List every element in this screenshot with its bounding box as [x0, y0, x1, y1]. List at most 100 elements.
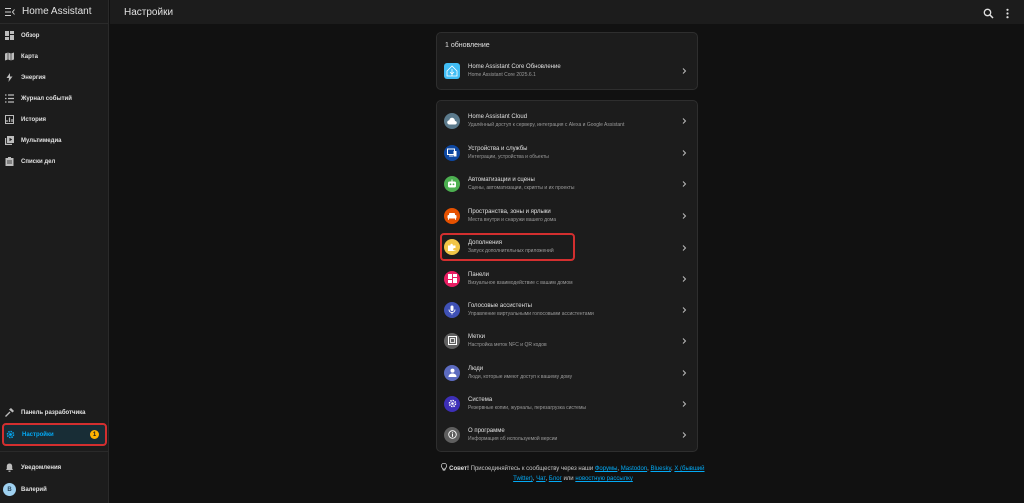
settings-item-automations[interactable]: Автоматизации и сцены Сцены, автоматизац…	[437, 168, 697, 199]
chevron-right-icon	[680, 244, 688, 252]
settings-item-title: Home Assistant Cloud	[468, 113, 528, 120]
settings-item-title: Устройства и службы	[468, 145, 528, 152]
link-forums[interactable]: Форумы	[595, 466, 618, 472]
map-icon	[5, 52, 14, 61]
community-tip: Совет! Присоединяйтесь к сообществу чере…	[440, 462, 706, 484]
settings-item-people[interactable]: Люди Люди, которые имеют доступ к вашему…	[437, 357, 697, 388]
update-item-subtitle: Home Assistant Core 2025.6.1	[468, 71, 536, 78]
sidebar-header: Home Assistant	[0, 0, 108, 24]
sidebar-item-energy[interactable]: Энергия	[0, 67, 108, 88]
settings-item-subtitle: Интеграции, устройства и объекты	[468, 153, 549, 160]
settings-item-voice-assistants[interactable]: Голосовые ассистенты Управление виртуаль…	[437, 294, 697, 325]
page-title: Настройки	[124, 6, 174, 18]
settings-item-title: Пространства, зоны и ярлыки	[468, 208, 551, 215]
view-dashboard-icon	[444, 270, 460, 287]
sidebar-item-label: Карта	[21, 53, 38, 60]
settings-item-areas[interactable]: Пространства, зоны и ярлыки Места внутри…	[437, 200, 697, 231]
nfc-icon	[444, 332, 460, 349]
clipboard-list-icon	[5, 157, 14, 166]
settings-item-title: Автоматизации и сцены	[468, 176, 535, 183]
settings-item-subtitle: Удалённый доступ к серверу, интеграция с…	[468, 121, 625, 128]
settings-item-devices[interactable]: Устройства и службы Интеграции, устройст…	[437, 137, 697, 168]
settings-item-subtitle: Запуск дополнительных приложений	[468, 248, 554, 254]
media-icon	[5, 136, 14, 145]
settings-item-title: Панели	[468, 271, 489, 278]
chevron-right-icon	[680, 180, 688, 188]
settings-item-system[interactable]: Система Резервные копии, журналы, переза…	[437, 388, 697, 419]
settings-item-title: Система	[468, 396, 493, 403]
chevron-right-icon	[680, 431, 688, 439]
tip-label: Совет!	[449, 466, 469, 472]
sidebar-item-todo[interactable]: Списки дел	[0, 151, 108, 172]
link-bluesky[interactable]: Bluesky	[650, 466, 671, 472]
sidebar-item-label: Настройки	[22, 431, 54, 438]
settings-item-subtitle: Информация об используемой версии	[468, 435, 558, 442]
chevron-right-icon	[680, 369, 688, 377]
more-vertical-icon[interactable]	[1002, 6, 1013, 19]
puzzle-icon	[444, 239, 460, 255]
sidebar: Home Assistant Обзор Карта Энергия Журна…	[0, 0, 109, 503]
microphone-icon	[444, 301, 460, 318]
settings-item-subtitle: Визуальное взаимодействие с вашим домом	[468, 279, 573, 286]
chevron-right-icon	[680, 149, 688, 157]
tip-text: Присоединяйтесь к сообществу через наши	[470, 466, 594, 472]
sidebar-item-developer-tools[interactable]: Панель разработчика	[0, 402, 108, 423]
bell-icon	[5, 463, 14, 472]
settings-item-subtitle: Настройка меток NFC и QR кодов	[468, 341, 547, 348]
sidebar-item-media[interactable]: Мультимедиа	[0, 130, 108, 151]
settings-item-subtitle: Сцены, автоматизации, скрипты и их проек…	[468, 184, 575, 191]
lightbulb-icon	[441, 462, 448, 472]
sidebar-item-label: Обзор	[21, 32, 40, 39]
sidebar-item-label: Журнал событий	[21, 95, 72, 102]
link-blog[interactable]: Блог	[549, 476, 562, 482]
settings-item-title: О программе	[468, 427, 505, 434]
chevron-right-icon	[680, 117, 688, 125]
settings-item-addons[interactable]: Дополнения Запуск дополнительных приложе…	[440, 233, 575, 261]
chevron-right-icon	[680, 400, 688, 408]
updates-card: 1 обновление Home Assistant Core Обновле…	[436, 32, 698, 90]
chart-box-icon	[5, 115, 14, 124]
sidebar-item-label: История	[21, 116, 47, 123]
list-icon	[5, 94, 14, 103]
sidebar-item-notifications[interactable]: Уведомления	[0, 457, 108, 478]
link-mastodon[interactable]: Mastodon	[621, 466, 647, 472]
avatar: В	[3, 483, 16, 496]
cog-icon	[444, 395, 460, 412]
robot-icon	[444, 175, 460, 192]
settings-item-cloud[interactable]: Home Assistant Cloud Удалённый доступ к …	[437, 105, 697, 136]
updates-heading: 1 обновление	[445, 42, 490, 49]
settings-item-title: Голосовые ассистенты	[468, 302, 532, 309]
link-newsletter[interactable]: новостную рассылку	[575, 476, 633, 482]
devices-icon	[444, 144, 460, 161]
update-count-badge: 1	[90, 430, 99, 439]
settings-item-dashboards[interactable]: Панели Визуальное взаимодействие с вашим…	[437, 263, 697, 294]
link-chat[interactable]: Чат	[536, 476, 545, 482]
settings-card: Home Assistant Cloud Удалённый доступ к …	[436, 100, 698, 452]
sidebar-item-label: Энергия	[21, 74, 46, 81]
settings-item-about[interactable]: О программе Информация об используемой в…	[437, 419, 697, 450]
update-item[interactable]: Home Assistant Core Обновление Home Assi…	[437, 55, 697, 86]
sidebar-item-map[interactable]: Карта	[0, 46, 108, 67]
sidebar-item-label: Мультимедиа	[21, 137, 62, 144]
app-title: Home Assistant	[22, 6, 92, 17]
account-icon	[444, 364, 460, 381]
chevron-right-icon	[680, 306, 688, 314]
sidebar-item-settings[interactable]: Настройки 1	[2, 423, 107, 446]
sidebar-item-overview[interactable]: Обзор	[0, 25, 108, 46]
chevron-right-icon	[680, 337, 688, 345]
tip-or: или	[563, 476, 574, 482]
sidebar-item-label: Уведомления	[21, 464, 62, 471]
settings-item-title: Дополнения	[468, 240, 502, 246]
search-icon[interactable]	[983, 6, 994, 19]
top-app-bar: Настройки	[110, 0, 1024, 24]
chevron-right-icon	[680, 212, 688, 220]
update-item-title: Home Assistant Core Обновление	[468, 63, 561, 70]
sidebar-item-logbook[interactable]: Журнал событий	[0, 88, 108, 109]
info-icon	[444, 426, 460, 443]
home-assistant-logo-icon	[444, 62, 460, 79]
lightning-icon	[5, 73, 14, 82]
menu-collapse-icon[interactable]	[5, 7, 15, 17]
sidebar-item-profile[interactable]: В Валерий	[0, 479, 108, 500]
settings-item-tags[interactable]: Метки Настройка меток NFC и QR кодов	[437, 325, 697, 356]
sidebar-item-history[interactable]: История	[0, 109, 108, 130]
